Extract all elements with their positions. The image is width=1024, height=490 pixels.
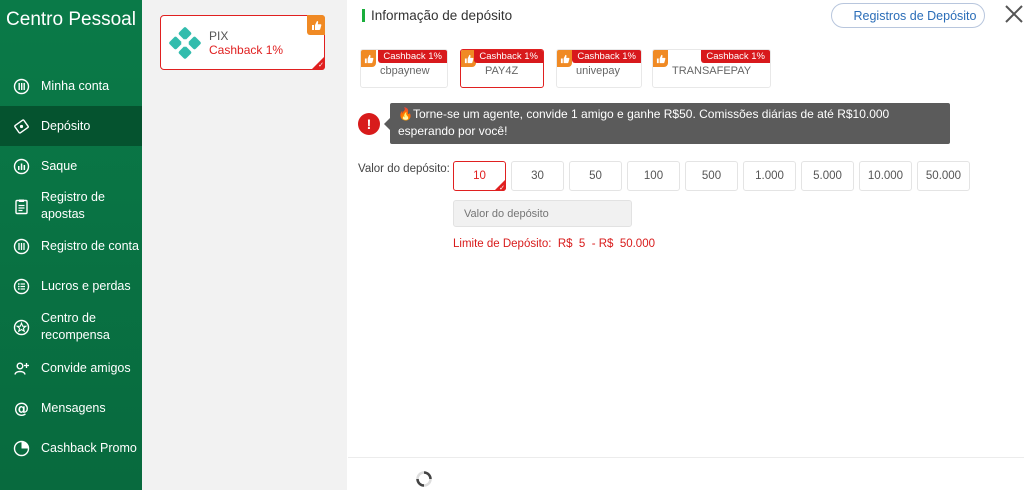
close-icon[interactable] (1003, 3, 1024, 25)
cashback-tag: Cashback 1% (572, 50, 641, 63)
deposit-limit-text: Limite de Depósito: R$ 5 - R$ 50.000 (453, 238, 655, 250)
title-accent-bar (362, 9, 365, 22)
profit-loss-icon (13, 278, 30, 295)
amount-option[interactable]: 5.000 (801, 161, 854, 191)
method-name: PIX (209, 28, 229, 43)
sidebar-item-cashback-promo[interactable]: Cashback Promo (0, 428, 142, 468)
method-cashback: Cashback 1% (209, 42, 284, 57)
sidebar-item-saque[interactable]: Saque (0, 146, 142, 186)
channel-name: TRANSAFEPAY (672, 65, 752, 77)
svg-text:@: @ (14, 400, 29, 417)
sidebar-item-deposito[interactable]: Depósito (0, 106, 142, 146)
deposit-amount-input[interactable] (453, 200, 632, 227)
amount-option[interactable]: 500 (685, 161, 738, 191)
channel-option-pay4z[interactable]: Cashback 1% PAY4Z (460, 49, 544, 88)
thumbs-up-icon (557, 50, 572, 67)
at-icon: @ (13, 400, 30, 417)
account-records-icon (13, 238, 30, 255)
header: Informação de depósito Registros de Depó… (348, 0, 1024, 32)
sidebar-item-convide-amigos[interactable]: Convide amigos (0, 348, 142, 388)
amount-option[interactable]: 10.000 (859, 161, 912, 191)
sidebar-item-label: Saque (41, 158, 78, 173)
deposit-icon (13, 118, 30, 135)
footer-divider (348, 457, 1024, 458)
sidebar-item-centro-recompensa[interactable]: Centro de recompensa (0, 306, 142, 348)
pix-method-card[interactable]: PIX Cashback 1% ✓ (160, 15, 325, 70)
channel-option-transafepay[interactable]: Cashback 1% TRANSAFEPAY (652, 49, 771, 88)
sidebar-item-label: Cashback Promo (41, 440, 137, 455)
withdraw-icon (13, 158, 30, 175)
amount-option[interactable]: 30 (511, 161, 564, 191)
deposit-main: Informação de depósito Registros de Depó… (348, 0, 1024, 490)
sidebar: Centro Pessoal Minha conta Depósito Saqu… (0, 0, 142, 490)
sidebar-item-label: Convide amigos (41, 360, 131, 375)
sidebar-item-label: Mensagens (41, 400, 106, 415)
sidebar-item-label: Minha conta (41, 78, 110, 93)
account-icon (13, 78, 30, 95)
cashback-icon (13, 440, 30, 457)
amount-option[interactable]: 100 (627, 161, 680, 191)
cashback-tag: Cashback 1% (701, 50, 770, 63)
amount-option[interactable]: 50.000 (917, 161, 970, 191)
reward-icon (13, 319, 30, 336)
selected-check-icon: ✓ (494, 179, 506, 192)
agent-notice-tooltip: 🔥Torne-se um agente, convide 1 amigo e g… (384, 103, 950, 144)
sidebar-item-label: Registro de apostas (41, 190, 105, 221)
cashback-tag: Cashback 1% (378, 50, 447, 63)
thumbs-up-icon (361, 50, 376, 67)
amount-option[interactable]: 1.000 (743, 161, 796, 191)
payment-method-panel: PIX Cashback 1% ✓ (142, 0, 347, 490)
channel-option-cbpaynew[interactable]: Cashback 1% cbpaynew (360, 49, 448, 88)
bet-records-icon (13, 198, 30, 215)
sidebar-item-label: Depósito (41, 118, 91, 133)
cashback-tag: Cashback 1% (474, 50, 543, 63)
deposit-amount-label: Valor do depósito: (358, 163, 450, 175)
deposit-records-button[interactable]: Registros de Depósito (831, 3, 985, 28)
amount-option[interactable]: 10 ✓ (453, 161, 506, 192)
channel-name: cbpaynew (380, 65, 430, 77)
channel-option-univepay[interactable]: Cashback 1% univepay (556, 49, 642, 88)
page-title: Informação de depósito (371, 8, 513, 23)
sidebar-item-mensagens[interactable]: @ Mensagens (0, 388, 142, 428)
thumbs-up-icon (307, 15, 325, 35)
channel-name: PAY4Z (485, 65, 519, 77)
sidebar-item-label: Registro de conta (41, 238, 139, 253)
channel-name: univepay (576, 65, 621, 77)
sidebar-item-registro-conta[interactable]: Registro de conta (0, 226, 142, 266)
pix-icon (169, 26, 201, 59)
invite-icon (13, 360, 30, 377)
sidebar-item-minha-conta[interactable]: Minha conta (0, 66, 142, 106)
selected-check-icon: ✓ (311, 56, 325, 70)
thumbs-up-icon (653, 50, 668, 67)
sidebar-item-registro-apostas[interactable]: Registro de apostas (0, 186, 142, 226)
warning-icon[interactable]: ! (358, 113, 380, 135)
amount-option[interactable]: 50 (569, 161, 622, 191)
sidebar-item-label: Lucros e perdas (41, 278, 131, 293)
sidebar-title: Centro Pessoal (6, 9, 136, 30)
sidebar-item-label: Centro de recompensa (41, 311, 110, 342)
sidebar-item-lucros-perdas[interactable]: Lucros e perdas (0, 266, 142, 306)
loading-spinner-icon (416, 471, 432, 487)
